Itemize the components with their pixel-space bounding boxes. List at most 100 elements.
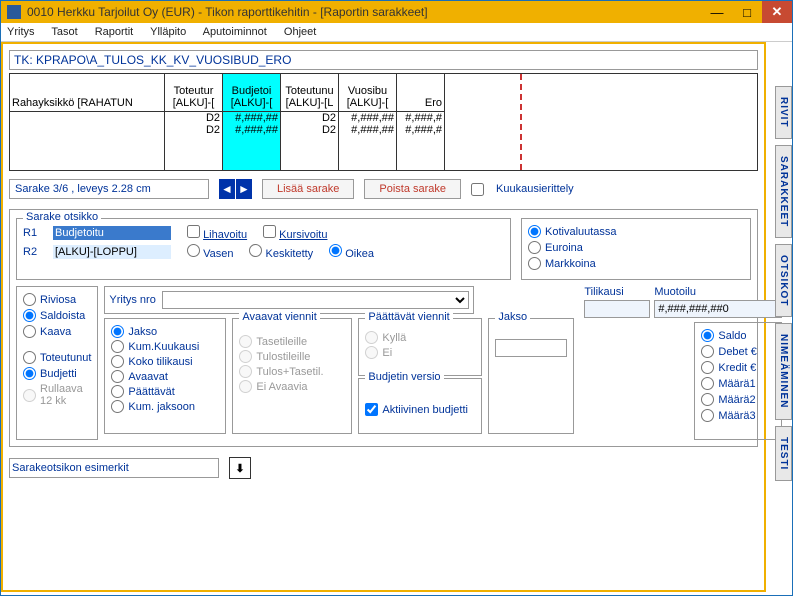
tulostileille-radio bbox=[239, 350, 252, 363]
maara3-radio[interactable] bbox=[701, 409, 714, 422]
riviosa-label: Riviosa bbox=[40, 294, 76, 306]
kumkk-label: Kum.Kuukausi bbox=[128, 341, 199, 353]
avaavat-radio[interactable] bbox=[111, 370, 124, 383]
kotivaluutta-radio[interactable] bbox=[528, 225, 541, 238]
kumkk-radio[interactable] bbox=[111, 340, 124, 353]
avaavat-title: Avaavat viennit bbox=[239, 311, 319, 323]
nav-left-button[interactable]: ◄ bbox=[219, 179, 235, 199]
remove-column-button[interactable]: Poista sarake bbox=[364, 179, 461, 199]
kaava-radio[interactable] bbox=[23, 325, 36, 338]
vasen-label: Vasen bbox=[203, 248, 233, 260]
kredit-radio[interactable] bbox=[701, 361, 714, 374]
tab-testi[interactable]: TESTI bbox=[775, 426, 792, 481]
nav-right-button[interactable]: ► bbox=[236, 179, 252, 199]
align-vasen-radio[interactable] bbox=[187, 244, 200, 257]
grid-c3-r2: D2 bbox=[281, 124, 338, 136]
grid-c4-r1: #,###,## bbox=[339, 112, 396, 124]
grid-hdr1-2: [ALKU]-[ bbox=[167, 97, 220, 109]
download-button[interactable]: ⬇ bbox=[229, 457, 251, 479]
tab-otsikot[interactable]: OTSIKOT bbox=[775, 244, 792, 317]
tab-sarakkeet[interactable]: SARAKKEET bbox=[775, 145, 792, 238]
grid-hdr1-1: Toteutur bbox=[167, 85, 220, 97]
paat-kylla-label: Kyllä bbox=[382, 332, 406, 344]
kumjaksoon-radio[interactable] bbox=[111, 400, 124, 413]
add-column-button[interactable]: Lisää sarake bbox=[262, 179, 354, 199]
jakso-radio[interactable] bbox=[111, 325, 124, 338]
kk-erittely-label: Kuukausierittely bbox=[496, 183, 574, 195]
grid-hdr3-2: [ALKU]-[L bbox=[283, 97, 336, 109]
paattavat-radio[interactable] bbox=[111, 385, 124, 398]
euroina-radio[interactable] bbox=[528, 241, 541, 254]
maara2-label: Määrä2 bbox=[718, 394, 755, 406]
menu-aputoiminnot[interactable]: Aputoiminnot bbox=[203, 26, 267, 38]
kumjaksoon-label: Kum. jaksoon bbox=[128, 401, 195, 413]
debet-radio[interactable] bbox=[701, 345, 714, 358]
kursivoitu-checkbox[interactable] bbox=[263, 225, 276, 238]
budjetti-radio[interactable] bbox=[23, 367, 36, 380]
r1-input[interactable] bbox=[53, 226, 171, 240]
grid-c5-r1: #,###,# bbox=[397, 112, 444, 124]
saldoista-radio[interactable] bbox=[23, 309, 36, 322]
tasetileille-radio bbox=[239, 335, 252, 348]
riviosa-radio[interactable] bbox=[23, 293, 36, 306]
rullaava-radio bbox=[23, 389, 36, 402]
tab-rivit[interactable]: RIVIT bbox=[775, 86, 792, 139]
kursivoitu-label: Kursivoitu bbox=[279, 229, 327, 241]
grid-c4-r2: #,###,## bbox=[339, 124, 396, 136]
muotoilu-input[interactable] bbox=[654, 300, 782, 318]
jakso-label: Jakso bbox=[128, 326, 157, 338]
tab-nimeaminen[interactable]: NIMEÄMINEN bbox=[775, 323, 792, 419]
koko-label: Koko tilikausi bbox=[128, 356, 192, 368]
grid-hdr2-2: [ALKU]-[ bbox=[225, 97, 278, 109]
tasetileille-label: Tasetileille bbox=[256, 336, 307, 348]
close-button[interactable]: ✕ bbox=[762, 1, 792, 23]
jakso-input[interactable] bbox=[495, 339, 567, 357]
koko-radio[interactable] bbox=[111, 355, 124, 368]
toteutunut-radio[interactable] bbox=[23, 351, 36, 364]
yritys-select[interactable] bbox=[162, 291, 470, 309]
r2-label: R2 bbox=[23, 246, 47, 258]
tk-path: TK: KPRAPO\A_TULOS_KK_KV_VUOSIBUD_ERO bbox=[9, 50, 758, 70]
maara2-radio[interactable] bbox=[701, 393, 714, 406]
yritys-label: Yritys nro bbox=[109, 294, 155, 306]
align-keski-radio[interactable] bbox=[249, 244, 262, 257]
r2-input[interactable] bbox=[53, 245, 171, 259]
kaava-label: Kaava bbox=[40, 326, 71, 338]
paat-ei-radio bbox=[365, 346, 378, 359]
tulostileille-label: Tulostileille bbox=[256, 351, 310, 363]
lihavoitu-checkbox[interactable] bbox=[187, 225, 200, 238]
menu-raportit[interactable]: Raportit bbox=[95, 26, 134, 38]
saldoista-label: Saldoista bbox=[40, 310, 85, 322]
menu-yritys[interactable]: Yritys bbox=[7, 26, 35, 38]
align-oikea-radio[interactable] bbox=[329, 244, 342, 257]
oikea-label: Oikea bbox=[345, 248, 374, 260]
menu-tasot[interactable]: Tasot bbox=[51, 26, 77, 38]
kredit-label: Kredit € bbox=[718, 362, 756, 374]
tilikausi-input[interactable] bbox=[584, 300, 650, 318]
paat-kylla-radio bbox=[365, 331, 378, 344]
grid-hdr2-1: Budjetoi bbox=[225, 85, 278, 97]
r1-label: R1 bbox=[23, 227, 47, 239]
menu-ohjeet[interactable]: Ohjeet bbox=[284, 26, 316, 38]
example-input[interactable] bbox=[9, 458, 219, 478]
avaavat-label: Avaavat bbox=[128, 371, 168, 383]
grid-hdr5-2: Ero bbox=[399, 97, 442, 109]
maximize-button[interactable]: □ bbox=[732, 1, 762, 23]
aktiivinen-checkbox[interactable] bbox=[365, 403, 378, 416]
jakso-title: Jakso bbox=[495, 311, 530, 323]
maara1-radio[interactable] bbox=[701, 377, 714, 390]
budjver-title: Budjetin versio bbox=[365, 371, 443, 383]
kk-erittely-checkbox[interactable] bbox=[471, 183, 484, 196]
column-status: Sarake 3/6 , leveys 2.28 cm bbox=[9, 179, 209, 199]
grid-c1-r2: D2 bbox=[165, 124, 222, 136]
grid-c2-r1: #,###,## bbox=[223, 112, 280, 124]
selected-column[interactable]: Budjetoi[ALKU]-[ #,###,## #,###,## bbox=[223, 74, 281, 170]
saldo-radio[interactable] bbox=[701, 329, 714, 342]
minimize-button[interactable]: — bbox=[702, 1, 732, 23]
menu-yllapito[interactable]: Ylläpito bbox=[150, 26, 186, 38]
maara3-label: Määrä3 bbox=[718, 410, 755, 422]
keski-label: Keskitetty bbox=[266, 248, 314, 260]
markkoina-radio[interactable] bbox=[528, 257, 541, 270]
page-width-line bbox=[520, 74, 522, 170]
column-grid[interactable]: Rahayksikkö [RAHATUN Toteutur[ALKU]-[ D2… bbox=[9, 73, 758, 171]
